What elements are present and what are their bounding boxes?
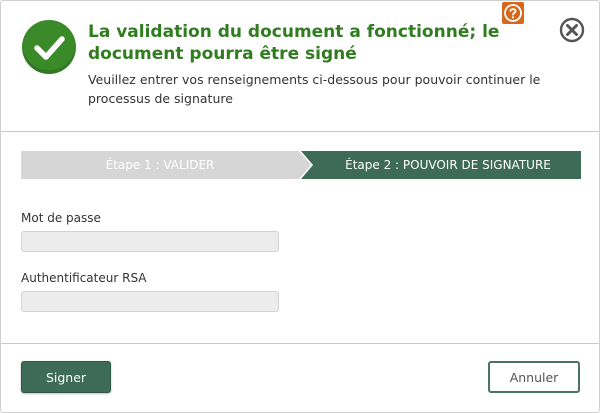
- step-2-label: Étape 2 : POUVOIR DE SIGNATURE: [345, 158, 551, 172]
- dialog-title: La validation du document a fonctionné; …: [88, 22, 500, 64]
- check-circle-icon: [22, 20, 76, 74]
- rsa-label: Authentificateur RSA: [21, 271, 147, 285]
- footer-divider: [1, 343, 599, 344]
- cancel-button[interactable]: Annuler: [488, 361, 580, 393]
- sign-button[interactable]: Signer: [21, 361, 111, 393]
- password-input[interactable]: [21, 231, 279, 252]
- header-divider: [1, 131, 599, 132]
- rsa-token-input[interactable]: [21, 291, 279, 312]
- help-icon[interactable]: [502, 2, 524, 24]
- step-1-label: Étape 1 : VALIDER: [105, 158, 215, 172]
- dialog-header: La validation du document a fonctionné; …: [1, 1, 599, 131]
- step-2-signing-authority: Étape 2 : POUVOIR DE SIGNATURE: [301, 151, 581, 179]
- step-1-validate: Étape 1 : VALIDER: [21, 151, 311, 179]
- dialog-subtitle: Veuillez entrer vos renseignements ci-de…: [88, 72, 541, 106]
- password-label: Mot de passe: [21, 211, 101, 225]
- signature-dialog: La validation du document a fonctionné; …: [0, 0, 600, 413]
- step-progress: Étape 1 : VALIDER Étape 2 : POUVOIR DE S…: [21, 151, 581, 179]
- close-icon[interactable]: [559, 17, 585, 43]
